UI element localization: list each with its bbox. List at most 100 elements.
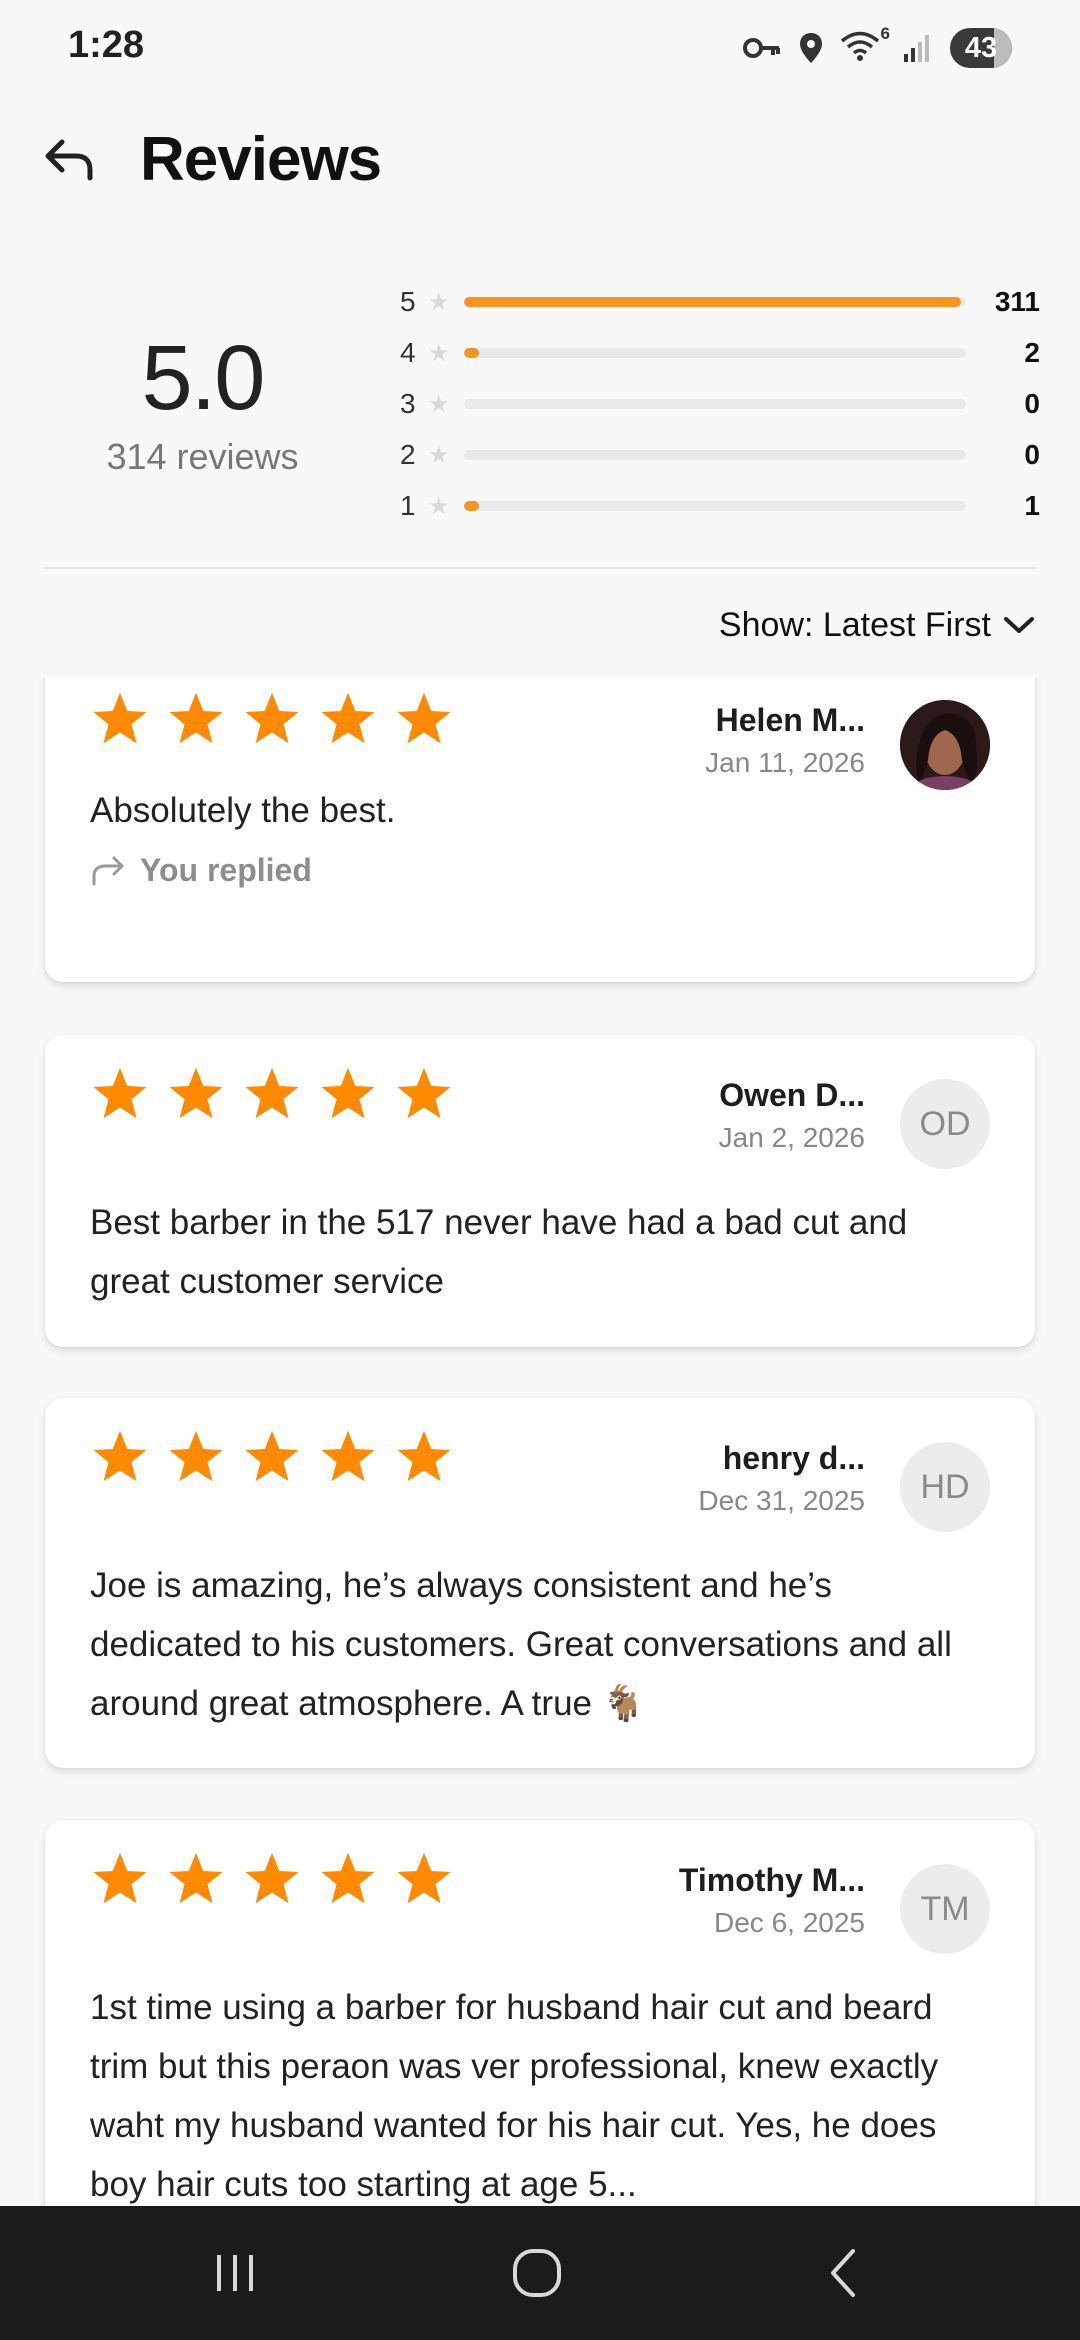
review-text: 1st time using a barber for husband hair… bbox=[90, 1988, 939, 2204]
rating-row-5: 5 ★ 311 bbox=[400, 282, 1040, 322]
review-text: Best barber in the 517 never have had a … bbox=[90, 1203, 908, 1301]
location-icon bbox=[800, 33, 822, 63]
star-rating bbox=[90, 690, 454, 748]
star-icon bbox=[169, 692, 223, 744]
reviewer-name: henry d... bbox=[722, 1440, 865, 1476]
review-date: Dec 31, 2025 bbox=[698, 1485, 865, 1516]
status-icons: 6 43 bbox=[742, 24, 1012, 70]
rating-row-4: 4 ★ 2 bbox=[400, 333, 1040, 373]
divider bbox=[45, 567, 1035, 569]
reviewer-info: henry d... Dec 31, 2025 bbox=[698, 1440, 865, 1517]
replied-label: You replied bbox=[140, 852, 312, 888]
star-icon bbox=[321, 1430, 375, 1482]
rating-bar-track bbox=[464, 501, 966, 511]
back-icon bbox=[831, 2249, 855, 2297]
back-arrow-icon bbox=[45, 139, 93, 181]
star-icon bbox=[169, 1067, 223, 1119]
rating-row-1: 1 ★ 1 bbox=[400, 486, 1040, 526]
star-rating bbox=[90, 1428, 454, 1486]
star-icon bbox=[321, 692, 375, 744]
reviewer-info: Helen M... Jan 11, 2026 bbox=[705, 702, 865, 779]
reviewer-name: Timothy M... bbox=[678, 1862, 865, 1898]
sort-label: Show: Latest First bbox=[718, 605, 991, 644]
star-icon bbox=[245, 692, 299, 744]
recents-button[interactable] bbox=[200, 2242, 270, 2304]
status-time: 1:28 bbox=[68, 24, 145, 66]
rating-bar-track bbox=[464, 450, 966, 460]
star-icon bbox=[397, 692, 451, 744]
replied-indicator[interactable]: You replied bbox=[90, 852, 312, 889]
rating-bar-fill bbox=[464, 348, 480, 358]
rating-row-2: 2 ★ 0 bbox=[400, 435, 1040, 475]
star-icon bbox=[93, 1852, 147, 1904]
battery-level: 43 bbox=[964, 31, 998, 64]
recents-icon bbox=[217, 2255, 253, 2291]
rating-row-stars: 1 bbox=[400, 490, 416, 521]
review-date: Jan 2, 2026 bbox=[718, 1122, 865, 1153]
reviewer-name: Owen D... bbox=[719, 1077, 865, 1113]
chevron-down-icon bbox=[1004, 617, 1034, 633]
nav-back-button[interactable] bbox=[808, 2242, 878, 2304]
star-rating bbox=[90, 1850, 454, 1908]
rating-row-stars: 5 bbox=[400, 286, 416, 317]
star-icon bbox=[245, 1067, 299, 1119]
avatar: HD bbox=[900, 1442, 990, 1532]
rating-row-count: 0 bbox=[1024, 388, 1040, 419]
star-icon bbox=[397, 1430, 451, 1482]
average-rating: 5.0 bbox=[141, 327, 266, 429]
rating-bar-track bbox=[464, 297, 966, 307]
rating-row-3: 3 ★ 0 bbox=[400, 384, 1040, 424]
reviewer-info: Owen D... Jan 2, 2026 bbox=[719, 1077, 865, 1154]
avatar-photo bbox=[900, 700, 990, 790]
rating-summary: 5.0 314 reviews 5 ★ 311 4 ★ 2 3 ★ 0 2 ★ … bbox=[0, 270, 1080, 540]
star-icon bbox=[397, 1852, 451, 1904]
wifi-badge: 6 bbox=[880, 24, 890, 43]
rating-row-count: 0 bbox=[1024, 439, 1040, 470]
avatar: TM bbox=[900, 1864, 990, 1954]
rating-row-count: 311 bbox=[994, 286, 1040, 317]
review-card: Owen D... Jan 2, 2026 OD Best barber in … bbox=[45, 1035, 1035, 1347]
avatar bbox=[900, 700, 990, 790]
system-nav-bar bbox=[0, 2206, 1080, 2340]
home-icon bbox=[513, 2249, 561, 2297]
review-text: Joe is amazing, he’s always consistent a… bbox=[90, 1566, 952, 1723]
status-bar: 1:28 6 43 bbox=[0, 0, 1080, 96]
star-icon bbox=[169, 1430, 223, 1482]
star-icon: ★ bbox=[428, 339, 450, 367]
back-button[interactable] bbox=[38, 128, 102, 192]
rating-bar-fill bbox=[464, 501, 480, 511]
star-icon: ★ bbox=[428, 441, 450, 469]
star-rating bbox=[90, 1065, 454, 1123]
star-icon: ★ bbox=[428, 288, 450, 316]
review-list[interactable]: Helen M... Jan 11, 2026 Absolutely the b… bbox=[0, 678, 1080, 2206]
wifi-icon: 6 bbox=[840, 24, 890, 66]
rating-bar-track bbox=[464, 348, 966, 358]
review-card: Timothy M... Dec 6, 2025 TM 1st time usi… bbox=[45, 1820, 1035, 2206]
reply-arrow-icon bbox=[92, 856, 124, 885]
star-icon bbox=[321, 1067, 375, 1119]
rating-row-stars: 3 bbox=[400, 388, 416, 419]
review-card: Helen M... Jan 11, 2026 Absolutely the b… bbox=[45, 678, 1035, 982]
battery-icon: 43 bbox=[950, 28, 1012, 68]
reviewer-name: Helen M... bbox=[715, 702, 865, 738]
header: Reviews bbox=[0, 110, 1080, 210]
rating-row-stars: 2 bbox=[400, 439, 416, 470]
rating-row-count: 2 bbox=[1024, 337, 1040, 368]
rating-bar-fill bbox=[464, 297, 961, 307]
star-icon bbox=[245, 1852, 299, 1904]
star-icon bbox=[93, 1430, 147, 1482]
home-button[interactable] bbox=[502, 2242, 572, 2304]
review-date: Dec 6, 2025 bbox=[714, 1907, 865, 1938]
star-icon bbox=[169, 1852, 223, 1904]
star-icon: ★ bbox=[428, 492, 450, 520]
key-icon bbox=[743, 38, 780, 58]
reviewer-info: Timothy M... Dec 6, 2025 bbox=[679, 1862, 865, 1939]
star-icon bbox=[397, 1067, 451, 1119]
review-date: Jan 11, 2026 bbox=[705, 747, 865, 778]
sort-dropdown[interactable]: Show: Latest First bbox=[719, 600, 1035, 650]
review-text: Absolutely the best. bbox=[90, 791, 396, 830]
review-card: henry d... Dec 31, 2025 HD Joe is amazin… bbox=[45, 1398, 1035, 1768]
review-count: 314 reviews bbox=[106, 436, 299, 477]
rating-row-stars: 4 bbox=[400, 337, 416, 368]
signal-icon bbox=[904, 35, 929, 62]
